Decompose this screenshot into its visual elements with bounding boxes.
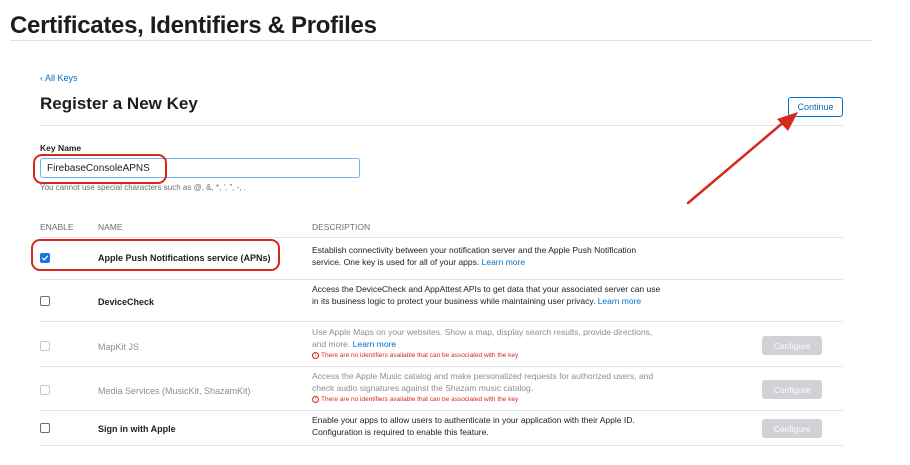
table-row-media-services: Media Services (MusicKit, ShazamKit) Acc…: [40, 367, 843, 411]
page-title: Certificates, Identifiers & Profiles: [10, 12, 377, 39]
checkmark-icon: [41, 255, 49, 261]
service-description: Enable your apps to allow users to authe…: [312, 414, 662, 438]
service-description: Use Apple Maps on your websites. Show a …: [312, 326, 662, 361]
service-description: Access the DeviceCheck and AppAttest API…: [312, 283, 662, 307]
media-services-checkbox: [40, 385, 50, 395]
identifier-warning: ! There are no identifiers available that…: [312, 350, 662, 361]
key-name-input[interactable]: [40, 158, 360, 178]
description-text: Access the Apple Music catalog and make …: [312, 371, 654, 393]
service-name: MapKit JS: [98, 342, 140, 352]
continue-button[interactable]: Continue: [788, 97, 843, 117]
title-divider: [10, 40, 872, 41]
service-name: Apple Push Notifications service (APNs): [98, 253, 271, 263]
description-text: Enable your apps to allow users to authe…: [312, 415, 635, 437]
apns-checkbox[interactable]: [40, 253, 50, 263]
learn-more-link[interactable]: Learn more: [353, 339, 396, 349]
warning-icon: !: [312, 351, 319, 359]
service-name: Sign in with Apple: [98, 424, 176, 434]
configure-button[interactable]: Configure: [762, 336, 822, 355]
table-row-apns: Apple Push Notifications service (APNs) …: [40, 238, 843, 280]
header-enable: ENABLE: [40, 222, 74, 232]
mapkit-checkbox: [40, 341, 50, 351]
warning-text: There are no identifiers available that …: [321, 396, 519, 403]
identifier-warning: ! There are no identifiers available that…: [312, 394, 662, 405]
all-keys-link[interactable]: ‹ All Keys: [40, 73, 78, 83]
services-table: ENABLE NAME DESCRIPTION Apple Push Notif…: [40, 216, 843, 446]
arrow-icon: [686, 112, 798, 205]
description-text: Establish connectivity between your noti…: [312, 245, 637, 267]
section-divider: [40, 125, 843, 126]
devicecheck-checkbox[interactable]: [40, 296, 50, 306]
key-name-label: Key Name: [40, 143, 82, 153]
header-name: NAME: [98, 222, 123, 232]
sign-in-with-apple-checkbox[interactable]: [40, 423, 50, 433]
learn-more-link[interactable]: Learn more: [598, 296, 641, 306]
service-name: Media Services (MusicKit, ShazamKit): [98, 386, 251, 396]
table-row-mapkit: MapKit JS Use Apple Maps on your website…: [40, 322, 843, 367]
header-description: DESCRIPTION: [312, 222, 371, 232]
warning-text: There are no identifiers available that …: [321, 352, 519, 359]
table-header: ENABLE NAME DESCRIPTION: [40, 216, 843, 238]
table-row-sign-in-with-apple: Sign in with Apple Enable your apps to a…: [40, 411, 843, 446]
learn-more-link[interactable]: Learn more: [482, 257, 525, 267]
key-name-hint: You cannot use special characters such a…: [40, 183, 247, 192]
service-name: DeviceCheck: [98, 297, 155, 307]
service-description: Establish connectivity between your noti…: [312, 244, 662, 268]
configure-button[interactable]: Configure: [762, 380, 822, 399]
section-title: Register a New Key: [40, 94, 198, 113]
service-description: Access the Apple Music catalog and make …: [312, 370, 662, 405]
warning-icon: !: [312, 395, 319, 403]
configure-button[interactable]: Configure: [762, 419, 822, 438]
table-row-devicecheck: DeviceCheck Access the DeviceCheck and A…: [40, 280, 843, 322]
